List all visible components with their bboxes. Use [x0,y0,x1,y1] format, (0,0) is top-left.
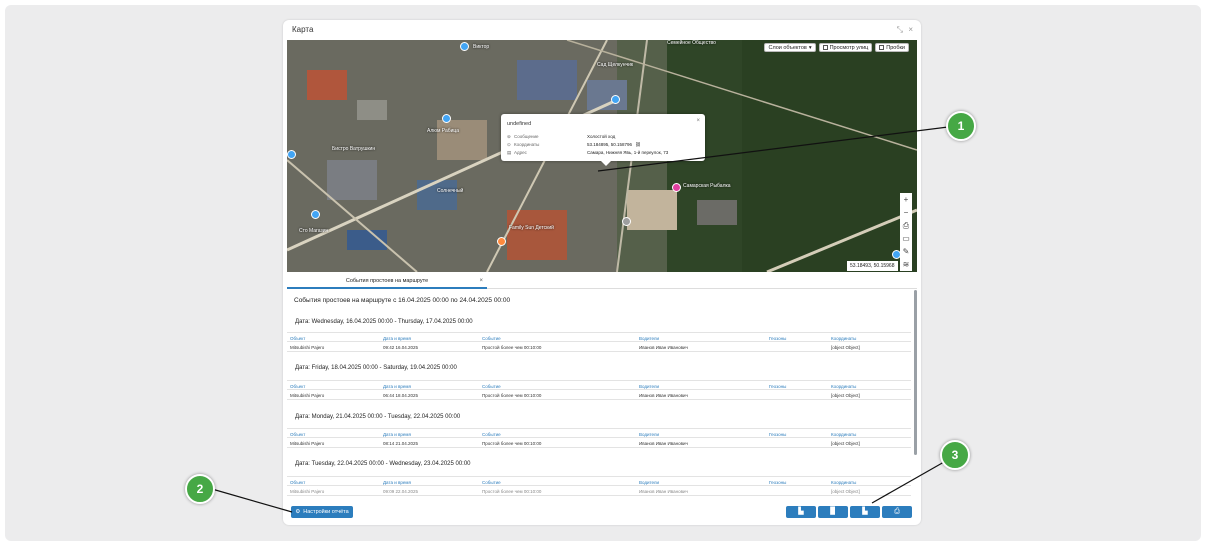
callout-badge-3: 3 [940,440,970,470]
callout-badge-1: 1 [946,111,976,141]
callout-lines [211,126,949,513]
callout-badge-2: 2 [185,474,215,504]
